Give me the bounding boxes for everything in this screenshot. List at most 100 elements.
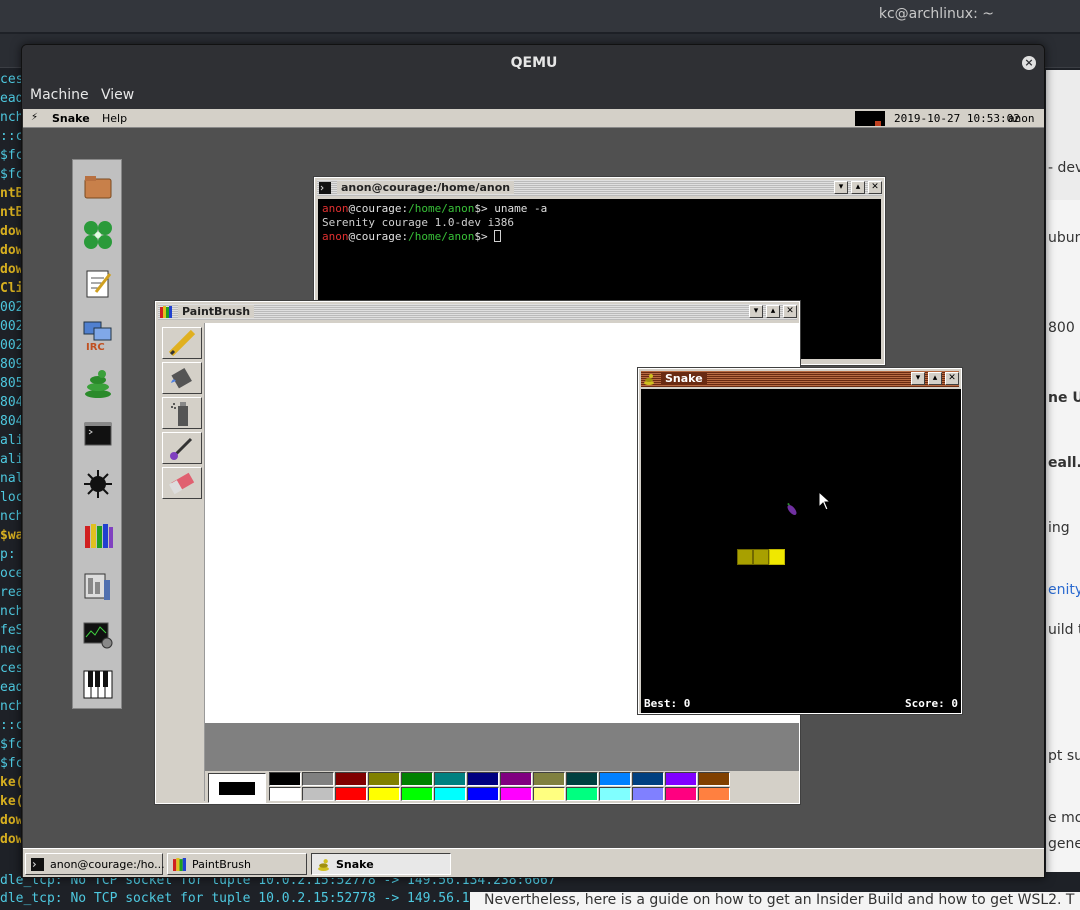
palette-swatch[interactable] bbox=[698, 787, 730, 801]
palette-swatch[interactable] bbox=[401, 772, 433, 786]
paintbrush-crayons-icon[interactable] bbox=[82, 518, 114, 550]
system-menu-icon[interactable]: ⚡ bbox=[31, 112, 38, 123]
file-manager-icon[interactable] bbox=[82, 170, 114, 202]
canvas-background bbox=[205, 723, 799, 771]
palette-swatch[interactable] bbox=[500, 772, 532, 786]
maximize-icon[interactable]: ▴ bbox=[851, 181, 865, 194]
palette-swatch[interactable] bbox=[632, 772, 664, 786]
host-terminal-fragment: $fc bbox=[0, 167, 22, 182]
palette-swatch[interactable] bbox=[434, 772, 466, 786]
snake-title: Snake bbox=[661, 372, 707, 385]
terminal-line: Serenity courage 1.0-dev i386 bbox=[322, 216, 515, 229]
spray-icon[interactable] bbox=[162, 397, 202, 429]
palette-swatch[interactable] bbox=[533, 772, 565, 786]
host-terminal-fragment: nch bbox=[0, 509, 22, 524]
qemu-titlebar[interactable]: QEMU × bbox=[22, 45, 1044, 81]
bucket-icon[interactable] bbox=[162, 362, 202, 394]
eggplant-fruit-icon bbox=[787, 503, 797, 515]
color-picker-icon[interactable] bbox=[162, 432, 202, 464]
paintbrush-crayons-icon bbox=[160, 306, 172, 318]
host-terminal-fragment: p: bbox=[0, 547, 16, 562]
taskbar: anon@courage:/ho... PaintBrush Snake bbox=[23, 848, 1044, 877]
menu-help[interactable]: Help bbox=[102, 112, 127, 125]
host-browser-fragment: enity bbox=[1048, 582, 1080, 598]
maximize-icon[interactable]: ▴ bbox=[928, 372, 942, 385]
snake-game-board[interactable]: Best: 0 Score: 0 bbox=[641, 389, 961, 713]
palette-swatch[interactable] bbox=[599, 772, 631, 786]
host-terminal-fragment: loc bbox=[0, 490, 22, 505]
taskbar-item-terminal[interactable]: anon@courage:/ho... bbox=[25, 853, 165, 875]
host-terminal-fragment: ali bbox=[0, 452, 22, 467]
palette-swatch[interactable] bbox=[401, 787, 433, 801]
terminal-icon[interactable] bbox=[82, 418, 114, 450]
host-terminal-fragment: ntB bbox=[0, 186, 22, 201]
palette-swatch[interactable] bbox=[665, 787, 697, 801]
palette-swatch[interactable] bbox=[335, 772, 367, 786]
maximize-icon[interactable]: ▴ bbox=[766, 305, 780, 318]
host-terminal-fragment: ali bbox=[0, 433, 22, 448]
menu-view[interactable]: View bbox=[101, 87, 134, 103]
best-score: Best: 0 bbox=[644, 697, 691, 710]
minimize-icon[interactable]: ▾ bbox=[911, 372, 925, 385]
close-icon[interactable]: ✕ bbox=[783, 305, 797, 318]
palette-swatch[interactable] bbox=[269, 787, 301, 801]
palette-swatch[interactable] bbox=[533, 787, 565, 801]
host-browser-fragment: e mo bbox=[1048, 810, 1080, 826]
settings-sun-icon[interactable] bbox=[82, 468, 114, 500]
taskbar-item-paintbrush[interactable]: PaintBrush bbox=[167, 853, 307, 875]
paintbrush-titlebar[interactable]: PaintBrush ▾ ▴ ✕ bbox=[158, 304, 797, 320]
guest-screen: ⚡ Snake Help 2019-10-27 10:53:02 anon IR… bbox=[23, 109, 1044, 877]
pencil-icon[interactable] bbox=[162, 327, 202, 359]
close-icon[interactable]: ✕ bbox=[868, 181, 882, 194]
close-icon[interactable]: ✕ bbox=[945, 372, 959, 385]
host-terminal-fragment: ::c bbox=[0, 718, 22, 733]
irc-client-icon[interactable]: IRC bbox=[82, 319, 114, 353]
snake-window: Snake ▾ ▴ ✕ Best: 0 Score: 0 bbox=[637, 367, 963, 715]
host-terminal-fragment: $fc bbox=[0, 148, 22, 163]
minimize-icon[interactable]: ▾ bbox=[834, 181, 848, 194]
host-terminal-fragment: nal bbox=[0, 471, 22, 486]
primary-color bbox=[219, 782, 255, 795]
snake-game-icon[interactable] bbox=[82, 368, 114, 400]
palette-swatch[interactable] bbox=[632, 787, 664, 801]
host-terminal-fragment: dow bbox=[0, 224, 22, 239]
piano-icon[interactable] bbox=[82, 668, 114, 700]
eraser-icon[interactable] bbox=[162, 467, 202, 499]
qemu-menubar: Machine View bbox=[22, 81, 1044, 109]
palette-swatch[interactable] bbox=[566, 772, 598, 786]
palette-swatch[interactable] bbox=[434, 787, 466, 801]
snake-icon bbox=[318, 859, 329, 871]
username: anon bbox=[1008, 112, 1035, 125]
process-graph-icon[interactable] bbox=[82, 619, 114, 651]
palette-swatch[interactable] bbox=[599, 787, 631, 801]
palette-swatch[interactable] bbox=[368, 787, 400, 801]
terminal-titlebar[interactable]: anon@courage:/home/anon ▾ ▴ ✕ bbox=[317, 180, 882, 196]
taskbar-label: Snake bbox=[336, 858, 374, 871]
host-terminal-fragment: dow bbox=[0, 832, 22, 847]
palette-swatch[interactable] bbox=[302, 787, 334, 801]
host-terminal-fragment: ces bbox=[0, 72, 22, 87]
palette-swatch[interactable] bbox=[467, 787, 499, 801]
snake-titlebar[interactable]: Snake ▾ ▴ ✕ bbox=[641, 371, 959, 387]
palette-swatch[interactable] bbox=[467, 772, 499, 786]
primary-color-swatch[interactable] bbox=[208, 773, 266, 803]
palette-swatch[interactable] bbox=[698, 772, 730, 786]
menu-app-snake[interactable]: Snake bbox=[52, 112, 90, 125]
minimize-icon[interactable]: ▾ bbox=[749, 305, 763, 318]
palette-swatch[interactable] bbox=[302, 772, 334, 786]
system-monitor-icon[interactable] bbox=[82, 570, 114, 602]
cpu-graph bbox=[855, 111, 885, 126]
qemu-title: QEMU bbox=[510, 55, 558, 71]
palette-swatch[interactable] bbox=[368, 772, 400, 786]
close-icon[interactable]: × bbox=[1022, 56, 1036, 70]
palette-swatch[interactable] bbox=[335, 787, 367, 801]
menu-machine[interactable]: Machine bbox=[30, 87, 89, 103]
palette-swatch[interactable] bbox=[566, 787, 598, 801]
taskbar-item-snake[interactable]: Snake bbox=[311, 853, 451, 875]
text-editor-icon[interactable] bbox=[82, 268, 114, 300]
minesweeper-flower-icon[interactable] bbox=[82, 219, 114, 251]
palette-swatch[interactable] bbox=[269, 772, 301, 786]
palette-swatch[interactable] bbox=[665, 772, 697, 786]
palette-swatch[interactable] bbox=[500, 787, 532, 801]
host-browser-fragment: eall.s bbox=[1048, 455, 1080, 471]
